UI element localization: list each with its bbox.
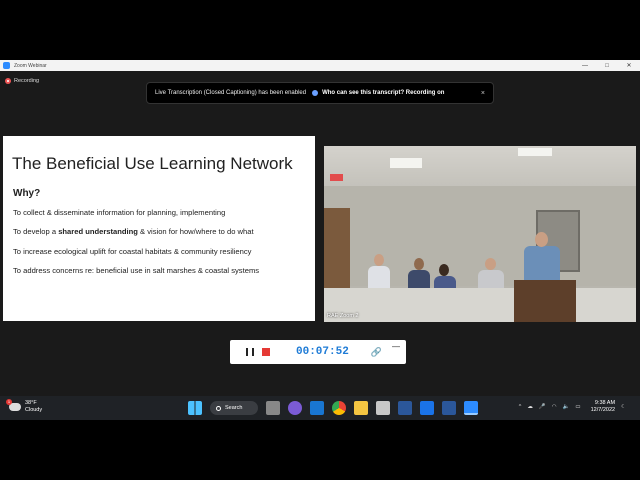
panelist-head	[485, 258, 496, 270]
recording-indicator[interactable]: Recording	[5, 76, 39, 86]
room-door	[324, 208, 350, 298]
bullet-text: & vision for how/where to do what	[137, 227, 254, 237]
panelist-head	[374, 254, 384, 266]
ceiling-light	[390, 158, 422, 168]
slide-bullet: To develop a shared understanding & visi…	[13, 227, 313, 246]
minimize-button[interactable]: —	[574, 63, 596, 69]
system-tray: ^ ☁ 🎤 ◠ 🔈 ▭ 9:38 AM 12/7/2022 ☾	[519, 400, 632, 414]
room-ceiling	[324, 146, 636, 188]
cloud-icon	[6, 399, 21, 411]
document-icon[interactable]	[376, 401, 390, 415]
panel-table	[324, 288, 636, 322]
slide-bullets: To collect & disseminate information for…	[13, 208, 313, 285]
teams-icon[interactable]	[288, 401, 302, 415]
outlook-icon[interactable]	[310, 401, 324, 415]
clock[interactable]: 9:38 AM 12/7/2022	[591, 400, 615, 414]
bullet-text: To address concerns re: beneficial use i…	[13, 265, 260, 275]
zoom-app-icon[interactable]	[420, 401, 434, 415]
clock-date: 12/7/2022	[590, 407, 616, 413]
bullet-text: To increase ecological uplift for coasta…	[13, 246, 252, 256]
transcript-info-link[interactable]: Who can see this transcript? Recording o…	[322, 90, 444, 96]
bullet-text: To collect & disseminate information for…	[13, 208, 226, 217]
speaker-head	[535, 232, 548, 247]
slide-heading: Why?	[13, 188, 41, 199]
zoom-window: Zoom Webinar — □ ✕ Recording Live Transc…	[0, 60, 640, 420]
clock-time: 9:38 AM	[594, 400, 616, 406]
search-label: Search	[225, 405, 243, 411]
start-icon[interactable]	[188, 401, 202, 415]
slide-title: The Beneficial Use Learning Network	[12, 154, 293, 173]
word-icon[interactable]	[398, 401, 412, 415]
weather-condition: Cloudy	[25, 407, 43, 413]
close-button[interactable]: ✕	[618, 62, 640, 69]
chevron-up-icon[interactable]: ^	[519, 404, 522, 410]
podium	[514, 280, 576, 322]
slide-bullet: To collect & disseminate information for…	[13, 208, 313, 227]
wifi-icon[interactable]: ◠	[552, 404, 557, 410]
exit-sign	[330, 174, 343, 181]
panelist-head	[439, 264, 449, 276]
search-box[interactable]: Search	[210, 401, 258, 415]
transcription-text: Live Transcription (Closed Captioning) h…	[155, 90, 307, 96]
file-explorer-icon[interactable]	[354, 401, 368, 415]
chrome-icon[interactable]	[332, 401, 346, 415]
maximize-button[interactable]: □	[596, 63, 618, 69]
windows-taskbar: 38°F Cloudy Search ^ ☁ 🎤 ◠ 🔈 ▭ 9:38 AM 1…	[0, 396, 640, 420]
video-caption: RAE Zoom 2	[327, 313, 359, 319]
onedrive-icon[interactable]: ☁	[527, 404, 533, 410]
link-icon[interactable]: 🔗	[371, 347, 382, 358]
volume-icon[interactable]: 🔈	[563, 404, 570, 410]
shared-slide: The Beneficial Use Learning Network Why?…	[3, 136, 315, 321]
taskbar-apps: Search	[188, 400, 486, 416]
record-icon	[5, 78, 11, 84]
search-icon	[216, 405, 221, 411]
notification-icon[interactable]: ☾	[621, 404, 626, 410]
window-title: Zoom Webinar	[14, 62, 47, 69]
weather-widget[interactable]: 38°F Cloudy	[6, 399, 43, 414]
stop-recording-button[interactable]	[262, 348, 270, 356]
weather-temp: 38°F	[25, 400, 37, 406]
minimize-controls-button[interactable]: —	[392, 342, 400, 351]
bullet-text: To develop a	[13, 227, 59, 237]
zoom-logo-icon	[3, 62, 10, 69]
microphone-icon[interactable]: 🎤	[539, 404, 546, 410]
participant-video[interactable]: RAE Zoom 2	[324, 146, 636, 322]
word-icon[interactable]	[442, 401, 456, 415]
recording-controls: 00:07:52 🔗 —	[230, 340, 406, 364]
task-view-icon[interactable]	[266, 401, 280, 415]
battery-icon[interactable]: ▭	[575, 404, 580, 410]
recording-timer: 00:07:52	[296, 346, 349, 358]
title-bar: Zoom Webinar — □ ✕	[0, 60, 640, 71]
pause-recording-button[interactable]	[246, 348, 254, 356]
bullet-bold-text: shared understanding	[58, 227, 138, 237]
panelist-head	[414, 258, 424, 270]
transcription-banner: Live Transcription (Closed Captioning) h…	[146, 82, 494, 104]
slide-bullet: To increase ecological uplift for coasta…	[13, 247, 313, 266]
ceiling-light	[518, 148, 552, 156]
slide-bullet: To address concerns re: beneficial use i…	[13, 266, 313, 285]
user-icon	[312, 90, 319, 96]
banner-close-button[interactable]: ×	[481, 90, 485, 97]
recording-label: Recording	[14, 78, 40, 84]
zoom-active-icon[interactable]	[464, 401, 478, 415]
